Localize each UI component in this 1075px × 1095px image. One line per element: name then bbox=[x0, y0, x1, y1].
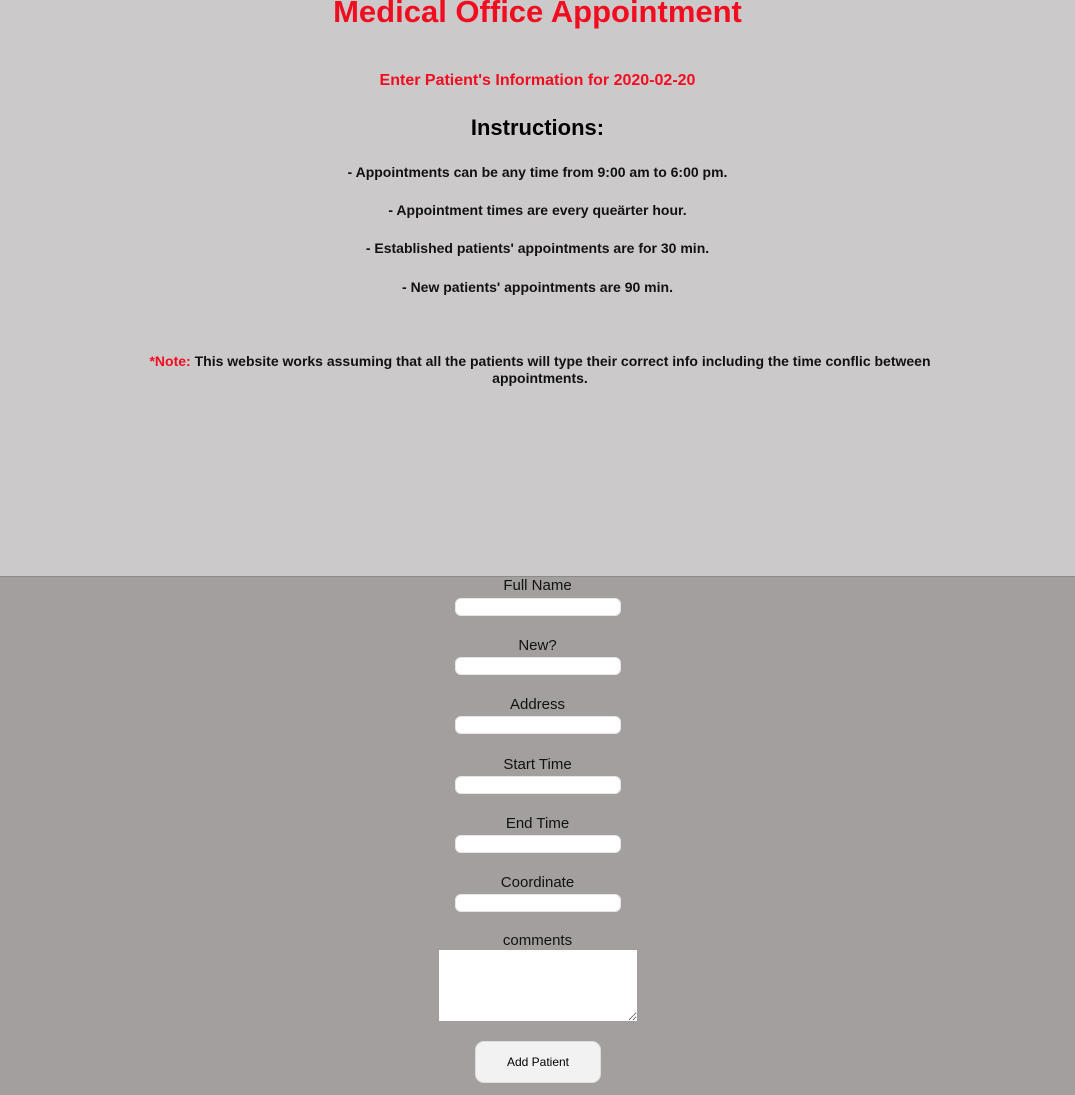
instruction-established: - Established patients' appointments are… bbox=[365, 240, 710, 256]
patient-form: Full Name New? Address Start Time End Ti… bbox=[0, 577, 1075, 1095]
note-text: This website works assuming that all the… bbox=[190, 353, 931, 386]
new-label: New? bbox=[518, 637, 557, 654]
page: Medical Office Appointment Enter Patient… bbox=[0, 0, 1075, 1095]
address-label: Address bbox=[509, 696, 566, 713]
instructions-panel: Medical Office Appointment Enter Patient… bbox=[0, 0, 1075, 577]
comments-label: comments bbox=[502, 932, 573, 949]
full-name-label: Full Name bbox=[503, 577, 572, 594]
instructions-heading: Instructions: bbox=[470, 115, 605, 140]
address-input[interactable] bbox=[455, 716, 621, 734]
instruction-new: - New patients' appointments are 90 min. bbox=[402, 279, 673, 295]
page-subtitle: Enter Patient's Information for 2020-02-… bbox=[379, 72, 696, 89]
comments-textarea[interactable] bbox=[439, 950, 637, 1021]
full-name-input[interactable] bbox=[455, 598, 621, 616]
add-patient-button[interactable]: Add Patient bbox=[475, 1041, 601, 1083]
coordinate-label: Coordinate bbox=[500, 874, 575, 891]
instruction-intervals: - Appointment times are every queärter h… bbox=[388, 202, 687, 218]
instruction-hours: - Appointments can be any time from 9:00… bbox=[347, 164, 728, 180]
end-time-label: End Time bbox=[505, 815, 570, 832]
start-time-label: Start Time bbox=[503, 756, 572, 773]
note: *Note: This website works assuming that … bbox=[100, 353, 980, 387]
start-time-input[interactable] bbox=[455, 776, 621, 794]
note-label: *Note: bbox=[149, 353, 191, 369]
coordinate-input[interactable] bbox=[455, 894, 621, 912]
page-title: Medical Office Appointment bbox=[333, 0, 742, 29]
end-time-input[interactable] bbox=[455, 835, 621, 853]
new-input[interactable] bbox=[455, 657, 621, 675]
